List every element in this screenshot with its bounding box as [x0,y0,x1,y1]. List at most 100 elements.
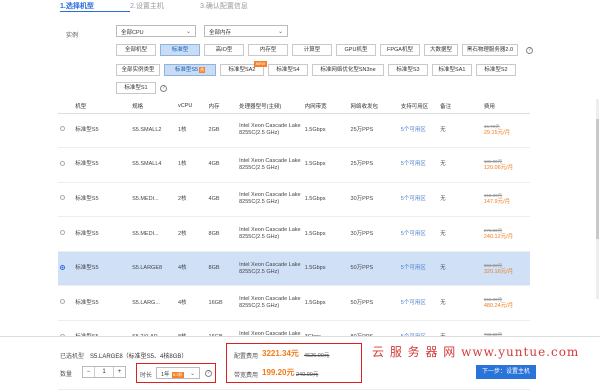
memory-select[interactable]: 全部内存 ⌄ [204,25,288,37]
discount-price: 320.16元/月 [483,268,514,275]
cell-price: 552.00元 480.24元/月 [481,285,530,322]
discount-price: 147.9元/月 [483,199,511,206]
next-step-button[interactable]: 下一步：设置主机 [476,365,536,379]
duration-label: 时长 [140,373,153,379]
subtype-chip-sa1[interactable]: 标准型SA1 [432,64,472,76]
cell-note: 无 [438,285,482,322]
decrement-button[interactable]: − [83,367,95,377]
subtype-chip-s1[interactable]: 标准型S1 [116,82,156,94]
subtype-chip-s4[interactable]: 标准型S4 [268,64,308,76]
family-chip-memory[interactable]: 内存型 [248,44,288,56]
radio-button[interactable] [60,230,65,236]
family-chip-high-io[interactable]: 高IO型 [204,44,244,56]
cell-zone: 5个可用区 [398,113,439,149]
family-chip-bare-metal[interactable]: 黑石物理服务器2.0 [462,44,518,56]
cell-type: 标准型S5 [73,147,131,183]
help-icon[interactable]: ? [526,47,533,54]
subtype-chip-sn3ne[interactable]: 标准网络优化型SN3ne [312,64,384,76]
cell-spec: S5.SMALL2 [130,113,176,149]
cell-spec: S5.MEDI... [130,182,176,218]
selected-model-value: S5.LARGE8（标准型S5、4核8GB） [90,354,188,360]
config-fee-value: 3221.34元 [262,349,299,358]
radio-button[interactable] [60,160,65,166]
cell-price: 46.76元 29.15元/月 [481,113,530,149]
table-row[interactable]: 标准型S5 S5.LARG... 4核 16GB Intel Xeon Cascade … [58,285,530,322]
discount-price: 480.24元/月 [483,303,514,310]
cell-cpu: Intel Xeon Cascade Lake 8255C(2.5 GHz) [237,251,303,287]
table-row[interactable]: 标准型S5 S5.LARGE8 4核 8GB Intel Xeon Cascade La… [58,251,530,287]
column-header: 处理器型号(主频) [237,99,303,114]
table-row[interactable]: 标准型S5 S5.MEDI... 2核 4GB Intel Xeon Cascade L… [58,182,530,218]
cell-vcpu: 2核 [175,216,207,252]
watermark: 云 服 务 器 网 www.yuntue.com [372,345,580,359]
table-header-row: 机型 规格 vCPU 内存 处理器型号(主频) 内网带宽 网络收发包 支持可用区… [58,99,530,114]
original-price: 366.00元 [483,262,503,268]
cell-zone: 5个可用区 [398,251,439,287]
quantity-stepper[interactable]: − 1 + [82,366,126,378]
cell-vcpu: 1核 [175,113,207,149]
cell-cpu: Intel Xeon Cascade Lake 8255C(2.5 GHz) [237,285,303,322]
quantity-input[interactable]: 1 [95,367,113,377]
scrollbar-thumb[interactable] [596,119,599,239]
radio [58,216,74,252]
family-chip-gpu[interactable]: GPU机型 [336,44,376,56]
cell-zone: 5个可用区 [398,216,439,252]
cell-pps: 30万PPS [348,182,399,218]
family-chip-bigdata[interactable]: 大数据型 [424,44,458,56]
duration-select[interactable]: 1年 8.3折 ⌄ [156,367,200,379]
subtype-chip-sa2[interactable]: 标准型SA2 NEW [220,61,267,76]
cell-cpu: Intel Xeon Cascade Lake 8255C(2.5 GHz) [237,216,303,252]
table-row[interactable]: 标准型S5 S5.MEDI... 2核 8GB Intel Xeon Cascade L… [58,216,530,252]
cell-pps: 50万PPS [348,251,399,287]
increment-button[interactable]: + [113,367,125,377]
cpu-select-value: 全部CPU [121,30,144,36]
subtype-chip-s3[interactable]: 标准型S3 [388,64,428,76]
column-header: 内存 [206,99,238,114]
help-icon[interactable]: ? [160,85,167,92]
step-configure-host[interactable]: 2.设置主机 [130,0,200,12]
subtype-chip-all[interactable]: 全部实例类型 [116,64,160,76]
step-confirm-config[interactable]: 3.确认配置信息 [200,0,270,12]
radio [58,251,74,287]
column-header: 备注 [438,99,482,114]
cell-pps: 25万PPS [348,147,399,183]
cell-memory: 16GB [206,285,238,322]
radio-button[interactable] [60,195,65,201]
family-chip-standard[interactable]: 标准型 [160,44,200,56]
family-chip-compute[interactable]: 计算型 [292,44,332,56]
radio-button[interactable] [60,264,65,270]
radio-button[interactable] [60,299,65,305]
cell-zone: 5个可用区 [398,285,439,322]
bandwidth-fee-old: 240.00元 [296,372,319,378]
cell-zone: 5个可用区 [398,182,439,218]
step-select-model[interactable]: 1.选择机型 [60,0,130,12]
new-badge: NEW [253,61,267,67]
cell-memory: 8GB [206,216,238,252]
cpu-select[interactable]: 全部CPU ⌄ [116,25,196,37]
column-header: 内网带宽 [302,99,349,114]
cell-price: 366.00元 320.16元/月 [481,251,530,287]
table-scrollbar[interactable] [596,99,599,299]
cell-note: 无 [438,182,482,218]
cell-pps: 30万PPS [348,216,399,252]
column-header: 机型 [73,99,131,114]
cell-bandwidth: 1.5Gbps [302,285,349,322]
table-row[interactable]: 标准型S5 S5.SMALL2 1核 2GB Intel Xeon Cascade La… [58,113,530,149]
cell-bandwidth: 1.5Gbps [302,147,349,183]
cell-memory: 8GB [206,251,238,287]
radio-column-header [58,99,74,114]
subtype-chip-s5[interactable]: 标准型S5 热 [164,64,216,76]
subtype-chip-s2[interactable]: 标准型S2 [476,64,516,76]
cell-cpu: Intel Xeon Cascade Lake 8255C(2.5 GHz) [237,182,303,218]
bandwidth-fee-value: 199.20元 [262,368,295,377]
config-fee-label: 配置费用 [234,354,259,360]
family-chip-fpga[interactable]: FPGA机型 [380,44,420,56]
help-icon[interactable]: ? [205,370,212,377]
family-chip-all[interactable]: 全部机型 [116,44,156,56]
radio [58,285,74,322]
table-row[interactable]: 标准型S5 S5.SMALL4 1核 4GB Intel Xeon Cascade La… [58,147,530,183]
radio-button[interactable] [60,126,65,132]
cell-type: 标准型S5 [73,216,131,252]
cell-pps: 50万PPS [348,285,399,322]
radio [58,113,74,149]
